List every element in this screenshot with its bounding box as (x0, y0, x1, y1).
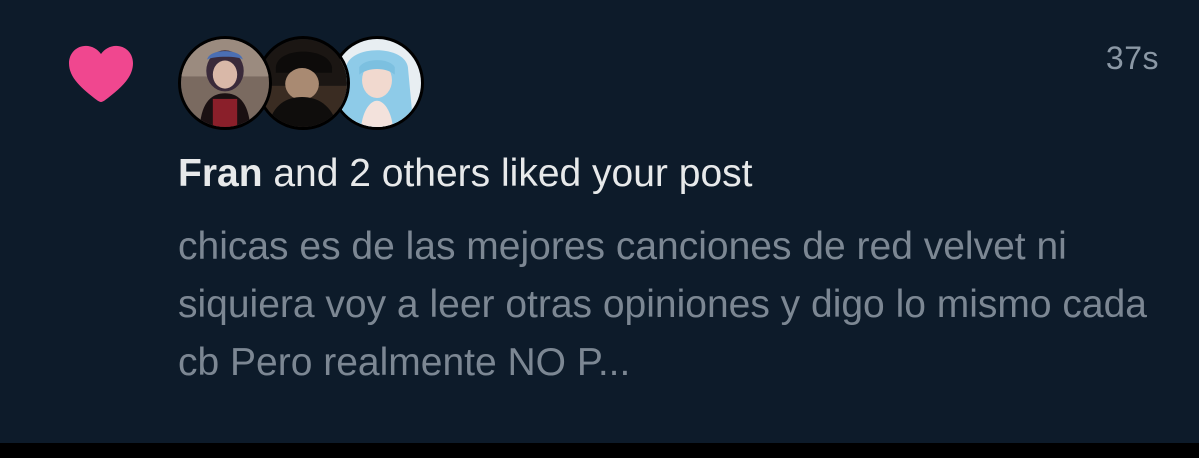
divider (0, 443, 1199, 458)
notification-title-text: and 2 others liked your post (262, 152, 753, 195)
actor-name-link[interactable]: Fran (178, 152, 263, 195)
like-notification[interactable]: 37s Fran and 2 others liked your post ch… (0, 0, 1199, 443)
liker-avatars (178, 36, 424, 132)
notification-title[interactable]: Fran and 2 others liked your post (178, 152, 752, 196)
heart-icon (69, 45, 133, 102)
post-preview[interactable]: chicas es de las mejores canciones de re… (178, 218, 1168, 392)
avatar[interactable] (178, 36, 272, 130)
timestamp: 37s (1105, 40, 1159, 76)
